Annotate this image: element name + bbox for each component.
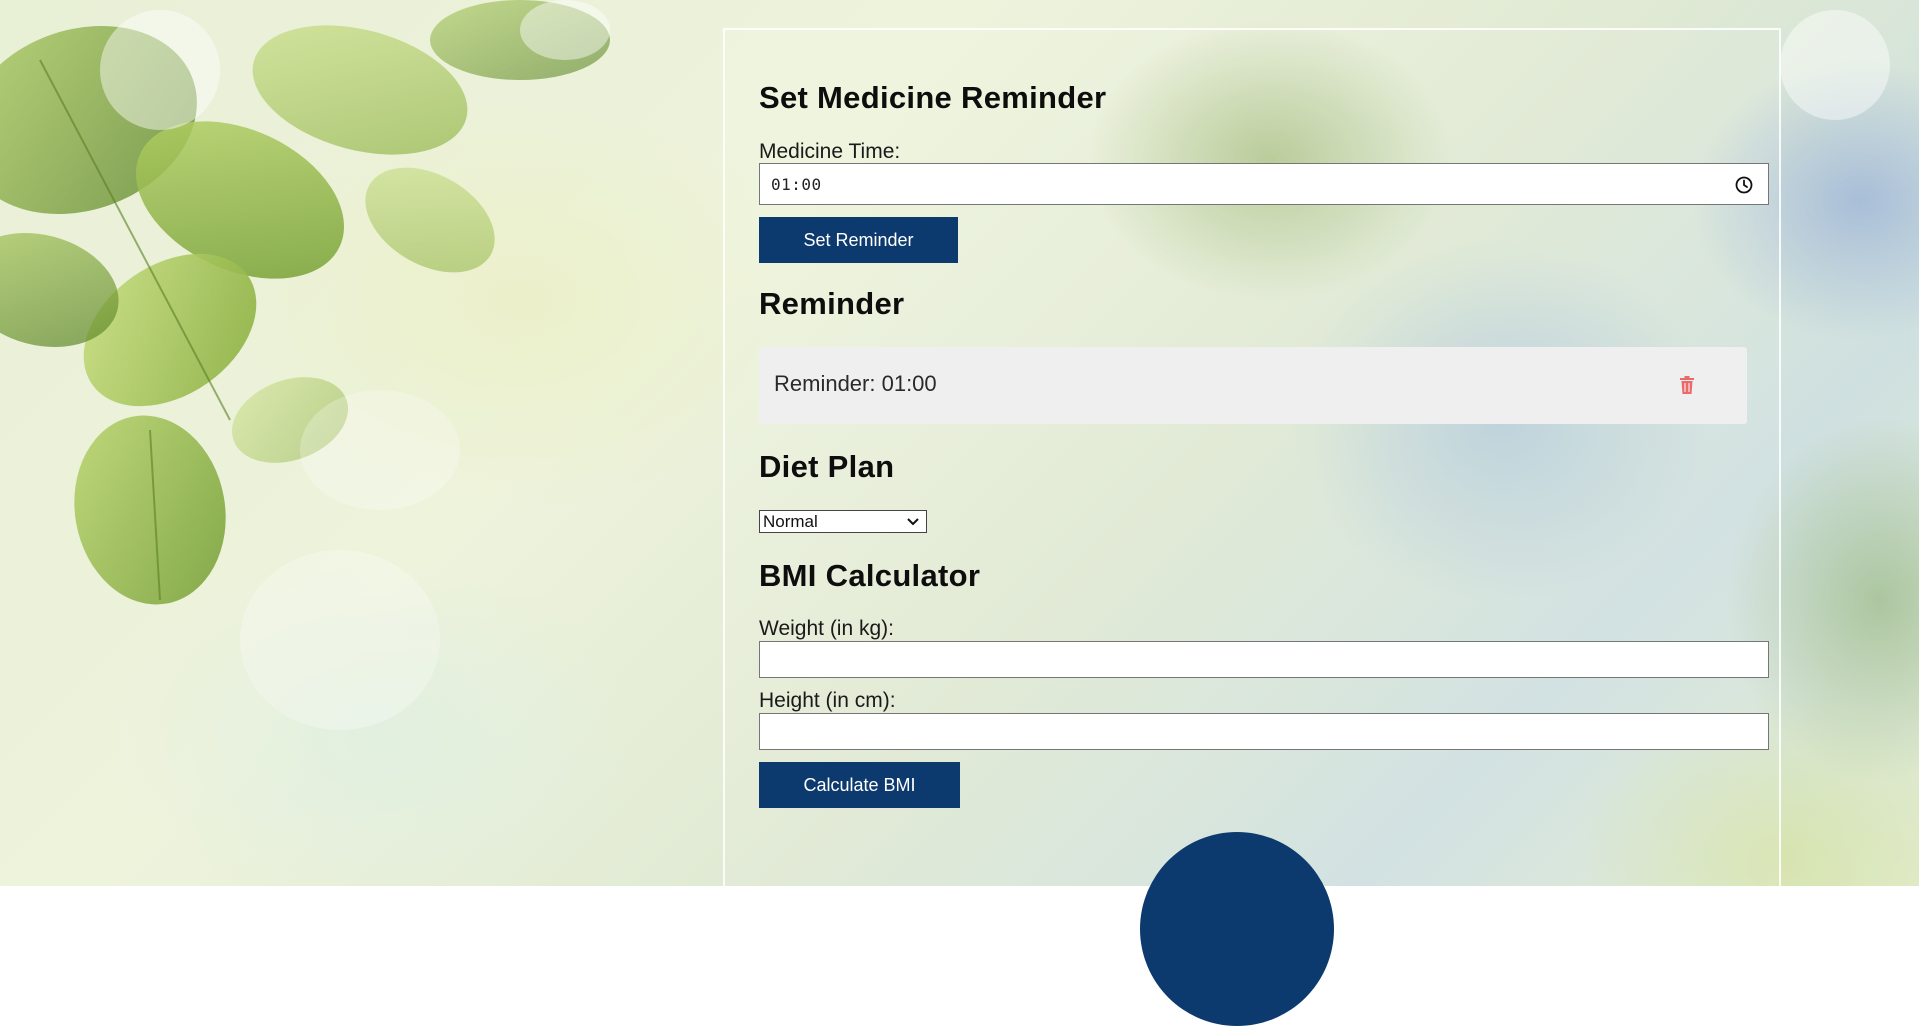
chevron-down-icon	[907, 518, 919, 526]
reminder-text: Reminder: 01:00	[774, 371, 937, 396]
calculate-bmi-button[interactable]: Calculate BMI	[759, 762, 960, 808]
section-title-diet-plan: Diet Plan	[759, 449, 895, 484]
medicine-time-input[interactable]: 01:00	[759, 163, 1769, 205]
section-title-reminder: Reminder	[759, 286, 905, 321]
result-circle	[1140, 832, 1334, 1026]
diet-plan-select[interactable]: Normal	[759, 510, 927, 533]
medicine-time-label: Medicine Time:	[759, 140, 901, 163]
clock-icon[interactable]	[1734, 175, 1754, 195]
section-title-set-reminder: Set Medicine Reminder	[759, 80, 1107, 115]
set-reminder-button[interactable]: Set Reminder	[759, 217, 958, 263]
diet-plan-selected: Normal	[763, 512, 818, 531]
weight-input[interactable]	[759, 641, 1769, 678]
medicine-time-value: 01:00	[771, 175, 822, 194]
reminder-list-item: Reminder: 01:00	[759, 347, 1747, 424]
weight-label: Weight (in kg):	[759, 617, 894, 640]
trash-icon[interactable]	[1679, 376, 1695, 394]
height-label: Height (in cm):	[759, 689, 896, 712]
height-input[interactable]	[759, 713, 1769, 750]
section-title-bmi: BMI Calculator	[759, 558, 981, 593]
